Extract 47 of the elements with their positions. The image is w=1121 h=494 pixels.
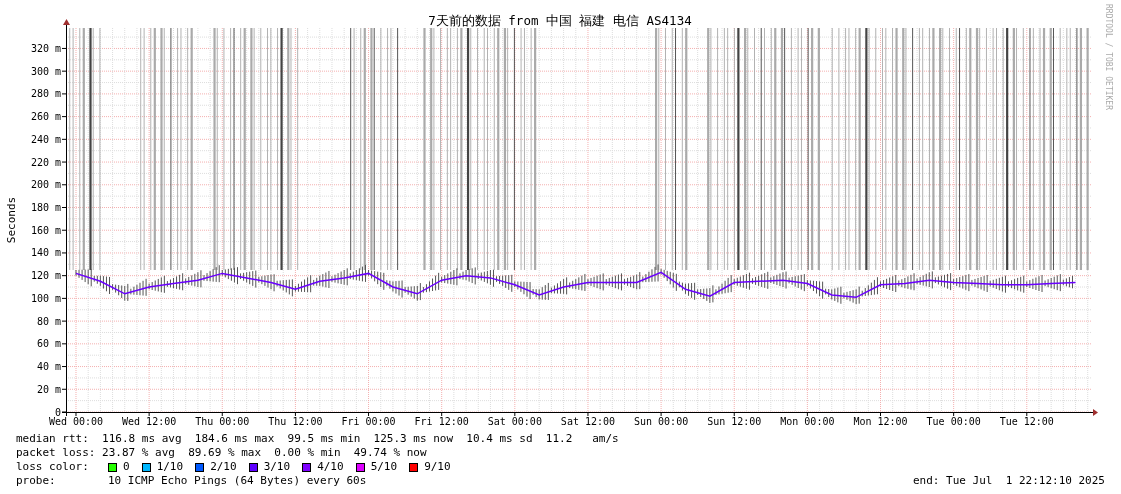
x-tick-label: Wed 12:00 [122,416,177,427]
y-tick-label: 200 m [30,179,61,191]
y-tick-label: 80 m [36,315,61,327]
x-tick-label: Wed 00:00 [48,416,104,427]
swatch-label: 0 [123,460,130,474]
y-tick-label: 220 m [30,156,61,168]
chart-title: 7天前的数据 from 中国 福建 电信 AS4134 [428,13,692,28]
x-tick-label: Sat 00:00 [487,416,542,427]
probe-text: 10 ICMP Echo Pings (64 Bytes) every 60s [108,474,367,488]
x-tick-label: Tue 00:00 [926,416,981,427]
x-tick-label: Thu 12:00 [268,416,323,427]
y-tick-label: 60 m [36,338,61,350]
y-tick-label: 120 m [30,270,61,282]
legend-label: probe: [16,474,57,488]
x-tick-label: Mon 12:00 [853,416,908,427]
x-tick-label: Fri 00:00 [341,416,396,427]
legend-label: loss color: [16,460,90,474]
y-tick-label: 300 m [30,65,61,77]
y-tick-label: 140 m [30,247,61,259]
y-tick-label: 20 m [36,383,61,395]
y-tick-label: 0 [54,406,61,418]
y-tick-label: 40 m [36,361,61,373]
x-tick-label: Sun 00:00 [634,416,689,427]
x-tick-label: Mon 00:00 [780,416,835,427]
swatch-label: 4/10 [317,460,344,474]
end-time: end: Tue Jul 1 22:12:10 2025 [912,474,1105,488]
x-tick-label: Tue 12:00 [999,416,1054,427]
credit-text: RRDTOOL / TOBI OETIKER [1104,4,1112,110]
median-rtt-stats: median rtt: 116.8 ms avg 184.6 ms max 99.5 ms min 125.3 ms now 10.4 ms sd 11.2 am/s [16,432,619,446]
y-tick-label: 320 m [30,42,61,54]
y-axis-label: Seconds [5,196,18,244]
x-tick-label: Thu 00:00 [195,416,250,427]
x-tick-label: Sun 12:00 [707,416,762,427]
packet-loss-stats: packet loss: 23.87 % avg 89.69 % max 0.00 % min 49.74 % now [16,446,427,460]
y-tick-label: 260 m [30,111,61,123]
y-tick-label: 280 m [30,88,61,100]
x-tick-label: Fri 12:00 [414,416,469,427]
swatch-label: 5/10 [370,460,398,474]
swatch-label: 9/10 [424,460,451,474]
y-tick-label: 160 m [30,224,61,236]
y-tick-label: 100 m [30,292,61,304]
y-tick-label: 240 m [30,133,61,145]
y-tick-label: 180 m [30,202,61,213]
x-tick-label: Sat 12:00 [560,416,616,427]
swatch-label: 2/10 [210,460,237,474]
swatch-label: 3/10 [263,460,291,474]
swatch-label: 1/10 [156,460,184,474]
